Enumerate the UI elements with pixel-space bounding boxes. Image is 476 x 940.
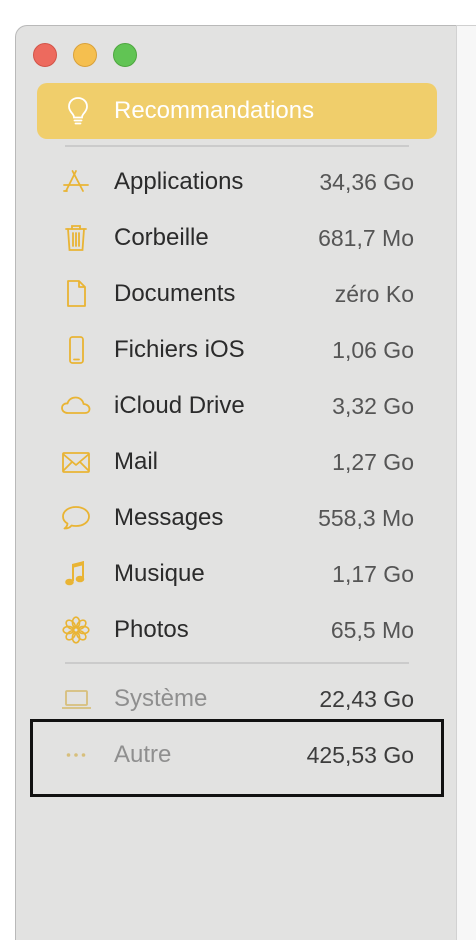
sidebar-item-label: Recommandations [114, 97, 315, 124]
sidebar-item-documents[interactable]: Documents zéro Ko [37, 266, 437, 322]
sidebar-item-fichiers-ios[interactable]: Fichiers iOS 1,06 Go [37, 322, 437, 378]
sidebar-item-label: Système [114, 685, 208, 712]
sidebar-item-label: Messages [114, 504, 224, 531]
storage-size: 22,43 Go [319, 686, 414, 712]
sidebar-item-musique[interactable]: Musique 1,17 Go [37, 546, 437, 602]
sidebar-item-icloud-drive[interactable]: iCloud Drive 3,32 Go [37, 378, 437, 434]
storage-size: 65,5 Mo [330, 617, 414, 643]
trash-icon [59, 222, 93, 254]
sidebar-item-applications[interactable]: Applications 34,36 Go [37, 154, 437, 210]
divider [65, 145, 409, 147]
sidebar-item-messages[interactable]: Messages 558,3 Mo [37, 490, 437, 546]
sidebar-item-label: Fichiers iOS [114, 336, 245, 363]
speech-bubble-icon [59, 502, 93, 534]
zoom-window-button[interactable] [113, 43, 137, 67]
sidebar-item-mail[interactable]: Mail 1,27 Go [37, 434, 437, 490]
sidebar: Recommandations Applications 34,36 Go Co… [15, 25, 457, 940]
iphone-icon [59, 334, 93, 366]
storage-size: 34,36 Go [319, 169, 414, 195]
envelope-icon [59, 446, 93, 478]
sidebar-item-corbeille[interactable]: Corbeille 681,7 Mo [37, 210, 437, 266]
sidebar-item-label: iCloud Drive [114, 392, 245, 419]
storage-size: 681,7 Mo [318, 225, 414, 251]
sidebar-item-label: Photos [114, 616, 189, 643]
storage-size: 1,06 Go [332, 337, 414, 363]
sidebar-item-photos[interactable]: Photos 65,5 Mo [37, 602, 437, 658]
laptop-icon [59, 683, 93, 715]
app-store-icon [59, 166, 93, 198]
lightbulb-icon [63, 95, 93, 127]
document-icon [59, 278, 93, 310]
sidebar-item-label: Documents [114, 280, 236, 307]
sidebar-item-label: Corbeille [114, 224, 209, 251]
sidebar-item-label: Mail [114, 448, 159, 475]
highlight-box [30, 719, 444, 797]
music-note-icon [59, 558, 93, 590]
sidebar-item-label: Applications [114, 168, 244, 195]
divider [65, 662, 409, 664]
sidebar-item-label: Musique [114, 560, 205, 587]
storage-size: 558,3 Mo [318, 505, 414, 531]
storage-management-window: Recommandations Applications 34,36 Go Co… [15, 25, 476, 940]
minimize-window-button[interactable] [73, 43, 97, 67]
sidebar-item-recommandations[interactable]: Recommandations [37, 83, 437, 139]
storage-size: 1,17 Go [332, 561, 414, 587]
photos-flower-icon [59, 614, 93, 646]
storage-size: 3,32 Go [332, 393, 414, 419]
close-window-button[interactable] [33, 43, 57, 67]
storage-size: 1,27 Go [332, 449, 414, 475]
content-pane [457, 25, 476, 940]
cloud-icon [59, 390, 93, 422]
storage-size: zéro Ko [334, 281, 414, 307]
